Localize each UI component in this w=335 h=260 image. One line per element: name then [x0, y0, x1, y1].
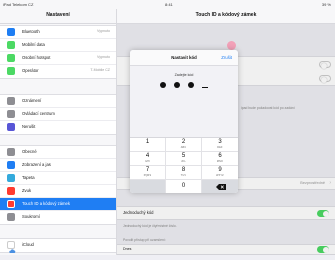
pin-dot-filled	[188, 82, 194, 88]
key-blank	[130, 180, 166, 193]
sidebar-item-label: Osobní hotspot	[22, 55, 51, 60]
key-5[interactable]: 5 JKL	[166, 152, 202, 166]
clock: 8:41	[165, 2, 173, 7]
decorative-dot	[227, 41, 236, 50]
sidebar-item-general[interactable]: Obecné	[0, 146, 116, 159]
key-digit: 0	[181, 183, 186, 189]
key-letters: WXYZ	[216, 174, 224, 177]
antenna-icon	[7, 41, 15, 49]
key-digit: 2	[181, 139, 186, 145]
pin-dot-filled	[174, 82, 180, 88]
key-0[interactable]: 0	[166, 180, 202, 193]
sidebar-item-mobile-data[interactable]: Mobilní data	[0, 39, 116, 52]
delete-key[interactable]	[202, 180, 238, 193]
control-center-icon	[7, 110, 15, 118]
sidebar-item-do-not-disturb[interactable]: Nerušit	[0, 121, 116, 134]
hand-icon	[7, 213, 15, 221]
sidebar-item-value: T-Mobile CZ	[90, 68, 110, 72]
key-9[interactable]: 9 WXYZ	[202, 166, 238, 180]
sidebar-item-label: Tapeta	[22, 175, 35, 180]
carrier-label: iPad Telekom CZ	[3, 2, 34, 7]
notifications-icon	[7, 97, 15, 105]
pin-dot-empty	[202, 85, 208, 88]
sidebar-item-label: Soukromí	[22, 214, 40, 219]
sidebar-item-label: Obecné	[22, 149, 37, 154]
phone-icon	[7, 67, 15, 75]
key-letters: PQRS	[143, 174, 152, 177]
key-letters: TUV	[180, 174, 187, 177]
key-digit: 9	[218, 167, 222, 173]
bluetooth-icon	[7, 28, 15, 36]
key-digit: 4	[145, 153, 150, 159]
key-4[interactable]: 4 GHI	[130, 152, 166, 166]
sidebar-item-label: iCloud	[22, 242, 34, 247]
gear-icon	[7, 148, 15, 156]
cloud-icon	[7, 241, 16, 253]
sidebar-item-value: Vypnuto	[96, 29, 110, 33]
sidebar-group-connectivity: Bluetooth Vypnuto Mobilní data Osobní ho…	[0, 25, 116, 79]
sidebar-item-label: Zvuk	[22, 188, 32, 193]
key-letters: JKL	[181, 160, 186, 163]
key-6[interactable]: 6 MNO	[202, 152, 238, 166]
sidebar-group-general: Obecné Zobrazení a jas Tapeta Zvuk Touch…	[0, 145, 116, 225]
sidebar-item-label: Bluetooth	[22, 29, 40, 34]
key-digit: 8	[181, 167, 186, 173]
key-letters: ABC	[180, 146, 187, 149]
sidebar-title: Nastavení	[0, 9, 116, 24]
sidebar-item-label: Nerušit	[22, 124, 36, 129]
sidebar-item-control-center[interactable]: Ovládací centrum	[0, 108, 116, 121]
settings-sidebar: Nastavení Bluetooth Vypnuto Mobilní data…	[0, 9, 117, 255]
key-8[interactable]: 8 TUV	[166, 166, 202, 180]
hotspot-icon	[7, 54, 15, 62]
key-1[interactable]: 1	[130, 138, 166, 152]
sidebar-group-accounts: iCloud	[0, 238, 116, 253]
key-digit: 6	[218, 153, 222, 159]
pin-dot-filled	[160, 82, 166, 88]
backspace-icon	[216, 184, 226, 190]
wallpaper-icon	[7, 174, 15, 182]
page-title: Touch ID a kódový zámek	[117, 9, 335, 24]
key-digit: 1	[145, 139, 150, 145]
sidebar-item-label: Ovládací centrum	[22, 111, 55, 116]
moon-icon	[7, 123, 15, 131]
sidebar-item-bluetooth[interactable]: Bluetooth Vypnuto	[0, 26, 116, 39]
cloud-glyph	[9, 249, 16, 253]
battery-label: 39 %	[321, 2, 331, 7]
key-7[interactable]: 7 PQRS	[130, 166, 166, 180]
numeric-keypad: 1 2 ABC 3 DEF 4 GHI 5 JKL 6 MNO 7 PQRS 8 TUV 9W…	[130, 137, 238, 193]
sidebar-item-display[interactable]: Zobrazení a jas	[0, 159, 116, 172]
status-bar: iPad Telekom CZ 8:41 39 %	[0, 0, 335, 9]
sidebar-item-label: Mobilní data	[22, 42, 45, 47]
key-digit: 5	[181, 153, 186, 159]
sidebar-item-touch-id[interactable]: Touch ID a kódový zámek	[0, 198, 116, 211]
key-letters: GHI	[145, 160, 150, 163]
display-icon	[7, 161, 15, 169]
sidebar-item-label: Operátor	[22, 68, 39, 73]
sidebar-item-value: Vypnuto	[96, 55, 110, 59]
sidebar-group-notifications: Oznámení Ovládací centrum Nerušit	[0, 94, 116, 135]
sidebar-item-sounds[interactable]: Zvuk	[0, 185, 116, 198]
key-3[interactable]: 3 DEF	[202, 138, 238, 152]
passcode-prompt: Zadejte kód	[174, 73, 194, 77]
sidebar-item-label: Touch ID a kódový zámek	[22, 201, 70, 206]
passcode-modal: Nastavit kód Zrušit Zadejte kód 1 2 ABC 3…	[130, 50, 238, 193]
sidebar-item-hotspot[interactable]: Osobní hotspot Vypnuto	[0, 52, 116, 65]
key-letters: MNO	[216, 160, 224, 163]
sidebar-item-label: Zobrazení a jas	[22, 162, 51, 167]
sidebar-item-notifications[interactable]: Oznámení	[0, 95, 116, 108]
sidebar-item-carrier[interactable]: Operátor T-Mobile CZ	[0, 65, 116, 78]
sidebar-item-privacy[interactable]: Soukromí	[0, 211, 116, 224]
sidebar-item-wallpaper[interactable]: Tapeta	[0, 172, 116, 185]
fingerprint-icon	[7, 200, 15, 208]
sidebar-item-icloud[interactable]: iCloud	[0, 239, 116, 253]
speaker-icon	[7, 187, 15, 195]
sidebar-item-label: Oznámení	[22, 98, 42, 103]
key-digit: 7	[145, 167, 150, 173]
modal-header: Nastavit kód Zrušit	[130, 50, 238, 66]
cancel-button[interactable]: Zrušit	[221, 55, 232, 60]
key-digit: 3	[218, 139, 222, 145]
key-letters: DEF	[217, 146, 223, 149]
key-2[interactable]: 2 ABC	[166, 138, 202, 152]
